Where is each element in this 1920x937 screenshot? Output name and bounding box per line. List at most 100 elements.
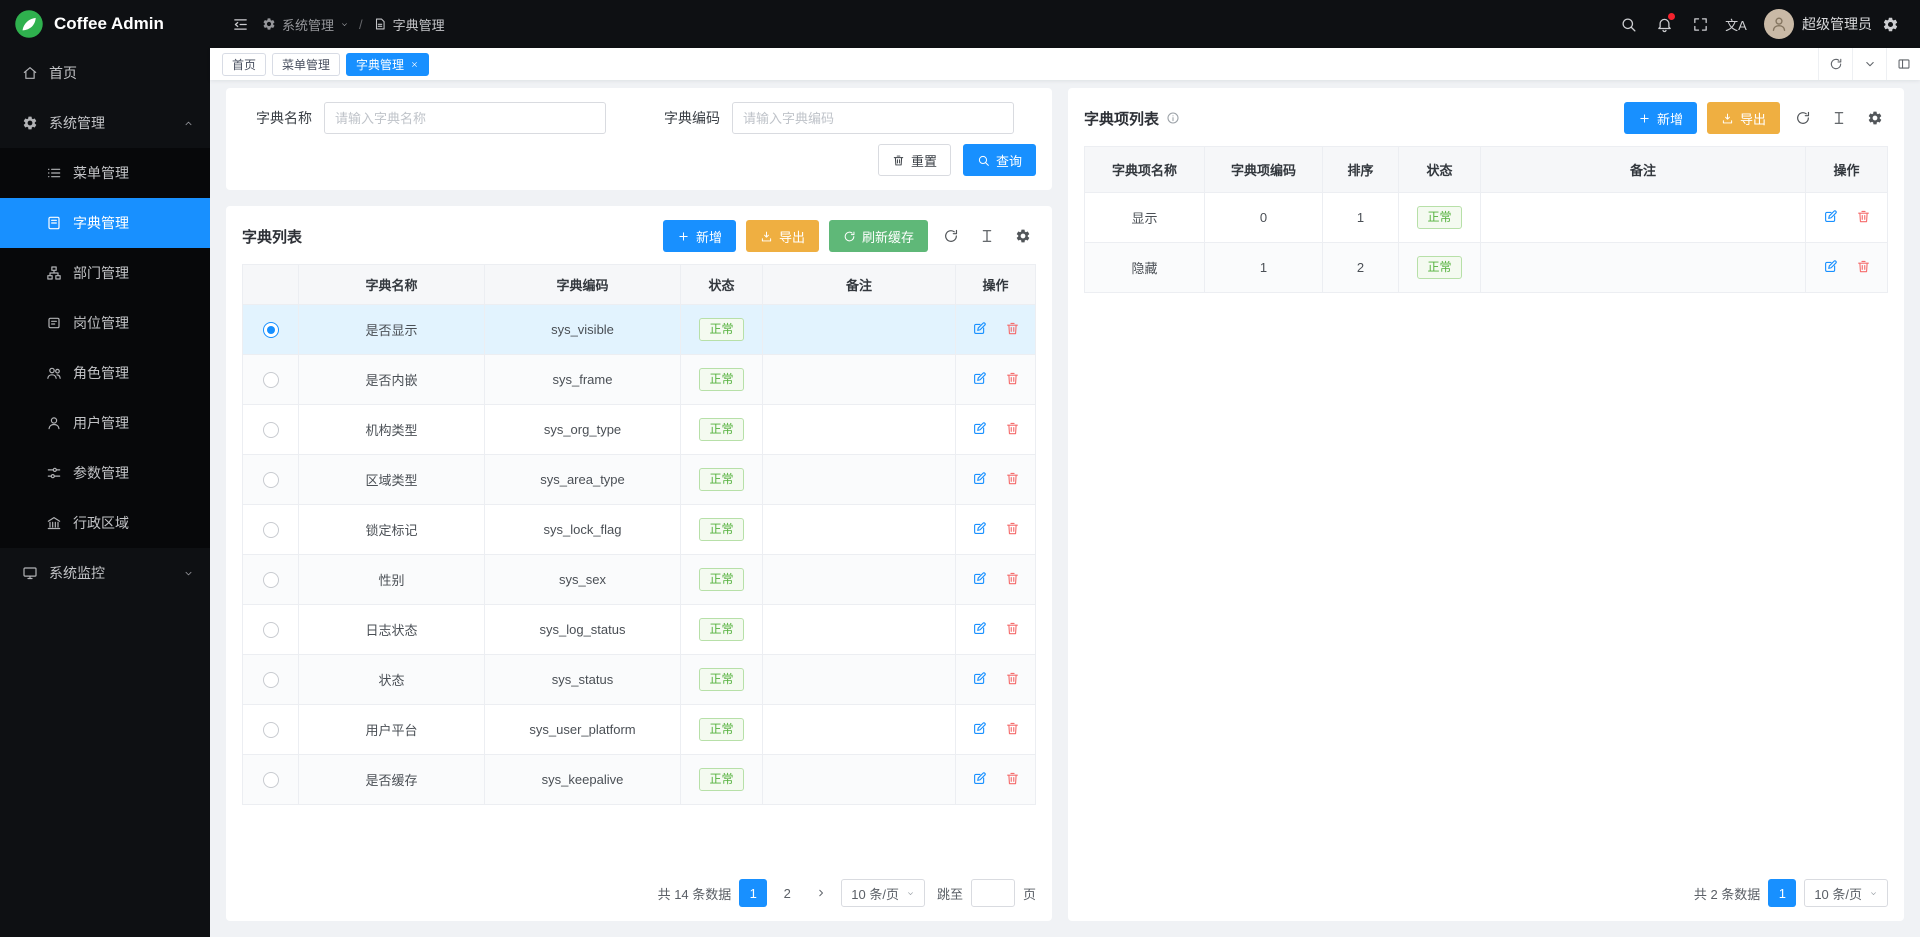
- tab-options-chevron-icon[interactable]: [1852, 48, 1886, 80]
- dict-row-sys_sex[interactable]: 性别sys_sex正常: [243, 555, 1036, 605]
- breadcrumb-item-dict[interactable]: 字典管理: [373, 15, 445, 34]
- sidebar-item-post-management[interactable]: 岗位管理: [0, 298, 210, 348]
- dict-row-sys_frame[interactable]: 是否内嵌sys_frame正常: [243, 355, 1036, 405]
- jump-page-input[interactable]: [971, 879, 1015, 907]
- edit-icon[interactable]: [972, 371, 987, 386]
- delete-icon[interactable]: [1005, 671, 1020, 686]
- sidebar-item-admin-area[interactable]: 行政区域: [0, 498, 210, 548]
- delete-icon[interactable]: [1005, 621, 1020, 636]
- row-radio[interactable]: [263, 722, 279, 738]
- sidebar-item-system-management[interactable]: 系统管理: [0, 98, 210, 148]
- edit-icon[interactable]: [972, 671, 987, 686]
- export-dict-item-button[interactable]: 导出: [1707, 102, 1780, 134]
- edit-icon[interactable]: [972, 621, 987, 636]
- delete-icon[interactable]: [1005, 521, 1020, 536]
- tab-menu-management[interactable]: 菜单管理: [272, 53, 340, 76]
- layout-toggle-icon[interactable]: [1886, 48, 1920, 80]
- dict-item-row[interactable]: 隐藏12正常: [1085, 243, 1888, 293]
- dict-row-sys_visible[interactable]: 是否显示sys_visible正常: [243, 305, 1036, 355]
- table-settings-icon[interactable]: [1862, 105, 1888, 131]
- tab-home[interactable]: 首页: [222, 53, 266, 76]
- sidebar-item-user-management[interactable]: 用户管理: [0, 398, 210, 448]
- column-settings-icon[interactable]: [974, 223, 1000, 249]
- sidebar-item-system-monitor[interactable]: 系统监控: [0, 548, 210, 598]
- delete-icon[interactable]: [1005, 471, 1020, 486]
- refresh-page-icon[interactable]: [1818, 48, 1852, 80]
- add-dict-button[interactable]: 新增: [663, 220, 736, 252]
- sidebar-item-home[interactable]: 首页: [0, 48, 210, 98]
- dict-item-row[interactable]: 显示01正常: [1085, 193, 1888, 243]
- edit-icon[interactable]: [972, 721, 987, 736]
- delete-icon[interactable]: [1005, 371, 1020, 386]
- page-button-1[interactable]: 1: [1768, 879, 1796, 907]
- page-size-select[interactable]: 10 条/页: [1804, 879, 1888, 907]
- edit-icon[interactable]: [972, 571, 987, 586]
- delete-icon[interactable]: [1856, 259, 1871, 274]
- content: 字典名称 字典编码 重置: [210, 80, 1920, 937]
- dict-row-sys_area_type[interactable]: 区域类型sys_area_type正常: [243, 455, 1036, 505]
- query-button[interactable]: 查询: [963, 144, 1036, 176]
- row-radio[interactable]: [263, 422, 279, 438]
- delete-icon[interactable]: [1005, 771, 1020, 786]
- translate-icon[interactable]: 文A: [1718, 0, 1754, 48]
- settings-gear-icon[interactable]: [1872, 0, 1908, 48]
- edit-icon[interactable]: [972, 321, 987, 336]
- export-dict-button[interactable]: 导出: [746, 220, 819, 252]
- dict-row-sys_status[interactable]: 状态sys_status正常: [243, 655, 1036, 705]
- dict-row-sys_log_status[interactable]: 日志状态sys_log_status正常: [243, 605, 1036, 655]
- row-radio[interactable]: [263, 572, 279, 588]
- delete-icon[interactable]: [1005, 721, 1020, 736]
- edit-icon[interactable]: [1823, 209, 1838, 224]
- username[interactable]: 超级管理员: [1802, 14, 1872, 34]
- edit-icon[interactable]: [972, 521, 987, 536]
- dict-row-sys_user_platform[interactable]: 用户平台sys_user_platform正常: [243, 705, 1036, 755]
- search-icon[interactable]: [1610, 0, 1646, 48]
- row-radio[interactable]: [263, 672, 279, 688]
- dict-name-input[interactable]: [324, 102, 606, 134]
- row-radio[interactable]: [263, 322, 279, 338]
- dict-row-sys_org_type[interactable]: 机构类型sys_org_type正常: [243, 405, 1036, 455]
- sidebar-item-role-management[interactable]: 角色管理: [0, 348, 210, 398]
- status-badge: 正常: [1417, 206, 1461, 230]
- table-settings-icon[interactable]: [1010, 223, 1036, 249]
- column-settings-icon[interactable]: [1826, 105, 1852, 131]
- fullscreen-icon[interactable]: [1682, 0, 1718, 48]
- row-radio[interactable]: [263, 772, 279, 788]
- sidebar-item-dept-management[interactable]: 部门管理: [0, 248, 210, 298]
- row-radio[interactable]: [263, 472, 279, 488]
- close-icon[interactable]: [410, 60, 419, 69]
- sidebar-item-menu-management[interactable]: 菜单管理: [0, 148, 210, 198]
- sidebar-collapse-icon[interactable]: [222, 0, 258, 48]
- edit-icon[interactable]: [1823, 259, 1838, 274]
- breadcrumb-item-system[interactable]: 系统管理: [262, 15, 349, 34]
- dict-row-sys_keepalive[interactable]: 是否缓存sys_keepalive正常: [243, 755, 1036, 805]
- dict-code-input[interactable]: [732, 102, 1014, 134]
- delete-icon[interactable]: [1005, 421, 1020, 436]
- row-radio[interactable]: [263, 522, 279, 538]
- table-refresh-icon[interactable]: [938, 223, 964, 249]
- next-page-icon[interactable]: [809, 879, 833, 907]
- edit-icon[interactable]: [972, 771, 987, 786]
- table-refresh-icon[interactable]: [1790, 105, 1816, 131]
- edit-icon[interactable]: [972, 471, 987, 486]
- dict-row-sys_lock_flag[interactable]: 锁定标记sys_lock_flag正常: [243, 505, 1036, 555]
- refresh-cache-button[interactable]: 刷新缓存: [829, 220, 928, 252]
- delete-icon[interactable]: [1005, 571, 1020, 586]
- page-button-1[interactable]: 1: [739, 879, 767, 907]
- add-dict-item-button[interactable]: 新增: [1624, 102, 1697, 134]
- tab-dict-management[interactable]: 字典管理: [346, 53, 429, 76]
- delete-icon[interactable]: [1856, 209, 1871, 224]
- edit-icon[interactable]: [972, 421, 987, 436]
- row-radio[interactable]: [263, 372, 279, 388]
- sidebar-item-dict-management[interactable]: 字典管理: [0, 198, 210, 248]
- delete-icon[interactable]: [1005, 321, 1020, 336]
- page-size-select[interactable]: 10 条/页: [841, 879, 925, 907]
- page-button-2[interactable]: 2: [773, 879, 801, 907]
- sidebar-item-param-management[interactable]: 参数管理: [0, 448, 210, 498]
- search-form-row: 字典名称 字典编码: [242, 102, 1036, 134]
- avatar[interactable]: [1764, 9, 1794, 39]
- app-logo[interactable]: Coffee Admin: [0, 0, 210, 48]
- notification-bell-icon[interactable]: [1646, 0, 1682, 48]
- row-radio[interactable]: [263, 622, 279, 638]
- reset-button[interactable]: 重置: [878, 144, 951, 176]
